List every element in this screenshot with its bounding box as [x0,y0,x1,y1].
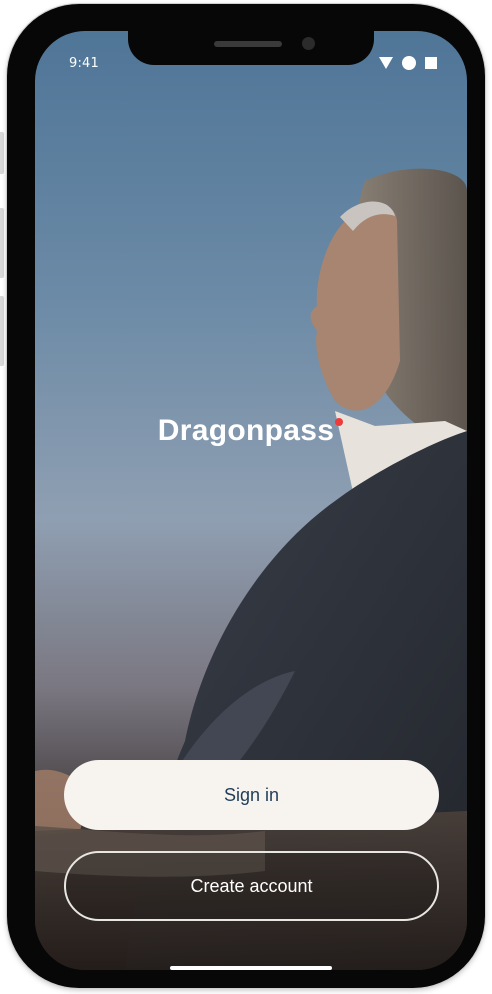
logo-dot-icon [335,418,344,426]
phone-volume-up-button [0,208,4,278]
sign-in-label: Sign in [223,784,280,805]
logo-wordmark: Dragonpass [157,414,344,448]
phone-speaker [214,41,282,47]
phone-side-button [0,132,4,174]
page: 9:41 Dragonpass Sign in Create account [0,0,492,994]
status-time: 9:41 [69,56,99,71]
phone-camera [302,37,315,50]
create-account-label: Create account [190,875,313,896]
phone-volume-down-button [0,296,4,366]
battery-icon [425,57,437,69]
status-icons [379,56,437,70]
sign-in-button[interactable]: Sign in [64,760,439,830]
home-indicator[interactable] [170,966,332,970]
wifi-icon [379,57,393,69]
brand-logo: Dragonpass [0,414,492,448]
create-account-button[interactable]: Create account [64,851,439,921]
signal-icon [402,56,416,70]
logo-text: Dragonpass [157,414,335,447]
